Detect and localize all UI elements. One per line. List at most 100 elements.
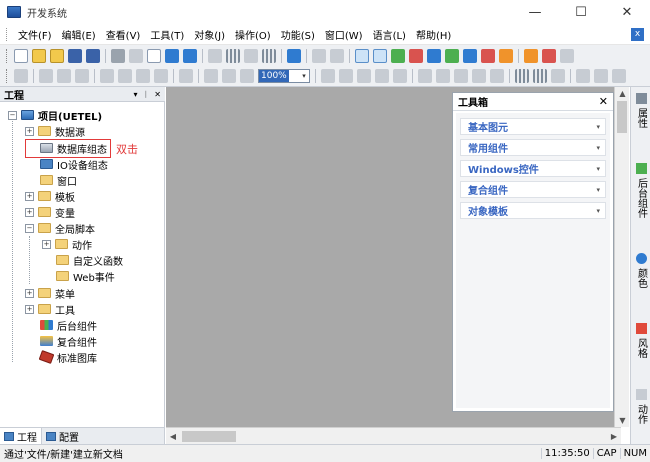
paste-icon[interactable] — [147, 48, 161, 63]
tree-node-background-component[interactable]: 后台组件 — [40, 318, 97, 333]
menu-help[interactable]: 帮助(H) — [411, 27, 456, 42]
delete-tool-icon[interactable] — [409, 48, 423, 63]
menu-edit[interactable]: 编辑(E) — [57, 27, 101, 42]
scroll-thumb[interactable] — [617, 101, 627, 133]
align-center-icon[interactable] — [339, 69, 353, 83]
screen-view-icon[interactable] — [373, 48, 387, 63]
chart-tool-icon[interactable] — [391, 48, 405, 63]
tree-node-global-script[interactable]: − 全局脚本 — [25, 221, 95, 236]
component-icon[interactable] — [524, 48, 538, 63]
dock-tab-color[interactable]: 颜色 — [633, 253, 649, 288]
move-icon[interactable] — [454, 69, 468, 83]
tree-node-standard-library[interactable]: 标准图库 — [38, 350, 97, 365]
align-right-icon[interactable] — [357, 69, 371, 83]
vertical-scrollbar[interactable]: ▲ ▼ — [614, 87, 629, 427]
menu-window[interactable]: 窗口(W) — [320, 27, 368, 42]
zoom-fit-icon[interactable] — [240, 69, 254, 83]
table-icon[interactable] — [262, 48, 276, 63]
tab-project[interactable]: 工程 — [0, 428, 42, 444]
collapse-icon[interactable]: − — [25, 223, 34, 233]
pointer-icon[interactable] — [14, 69, 28, 83]
globe-icon[interactable] — [427, 48, 441, 63]
wizard-icon[interactable] — [499, 48, 513, 63]
show-grid-icon[interactable] — [533, 69, 547, 83]
redo-icon[interactable] — [183, 48, 197, 63]
arrow-tool-icon[interactable] — [445, 48, 459, 63]
tree-node-custom-function[interactable]: 自定义函数 — [56, 253, 123, 268]
cut-icon[interactable] — [111, 48, 125, 63]
collapse-icon[interactable]: − — [8, 110, 17, 120]
toolbox-category-basic[interactable]: 基本图元 ▾ — [460, 118, 606, 135]
order-icon[interactable] — [551, 69, 565, 83]
tree-node-menu[interactable]: + 菜单 — [25, 286, 75, 301]
grid-icon[interactable] — [226, 48, 240, 63]
menu-function[interactable]: 功能(S) — [276, 27, 320, 42]
copy-icon[interactable] — [129, 48, 143, 63]
mirror-icon[interactable] — [576, 69, 590, 83]
tree-node-variable[interactable]: + 变量 — [25, 205, 75, 220]
align-top-icon[interactable] — [375, 69, 389, 83]
snap-grid-icon[interactable] — [515, 69, 529, 83]
tree-node-composite-component[interactable]: 复合组件 — [40, 334, 97, 349]
shape-icon[interactable] — [594, 69, 608, 83]
import-icon[interactable] — [208, 48, 222, 63]
menu-operation[interactable]: 操作(O) — [230, 27, 276, 42]
tree-node-datasource[interactable]: + 数据源 — [25, 124, 85, 139]
zoom-in-icon[interactable] — [204, 69, 218, 83]
undo-icon[interactable] — [165, 48, 179, 63]
save-all-icon[interactable] — [86, 48, 100, 63]
rotate-icon[interactable] — [118, 69, 132, 83]
more-icon[interactable] — [560, 48, 574, 63]
expand-icon[interactable]: + — [25, 207, 34, 217]
expand-icon[interactable]: + — [42, 239, 51, 249]
tree-node-template[interactable]: + 模板 — [25, 189, 75, 204]
toolbar-more-icon[interactable] — [612, 69, 626, 83]
bar-chart-icon[interactable] — [542, 48, 556, 63]
menu-grip[interactable] — [6, 27, 9, 41]
toolbox-category-common[interactable]: 常用组件 ▾ — [460, 139, 606, 156]
tree-node-tools[interactable]: + 工具 — [25, 302, 75, 317]
maximize-button[interactable]: ☐ — [558, 0, 604, 24]
panel-menu-icon[interactable]: ▾ — [133, 90, 137, 99]
toolbox-category-windows[interactable]: Windows控件 ▾ — [460, 160, 606, 177]
expand-icon[interactable]: + — [25, 126, 34, 136]
menu-tools[interactable]: 工具(T) — [145, 27, 189, 42]
tree-node-web-event[interactable]: Web事件 — [56, 269, 115, 284]
tab-config[interactable]: 配置 — [42, 428, 83, 444]
text-icon[interactable] — [154, 69, 168, 83]
menu-object[interactable]: 对象(J) — [189, 27, 230, 42]
toolbox-close-icon[interactable]: ✕ — [599, 95, 608, 108]
tree-node-window[interactable]: 窗口 — [40, 173, 77, 188]
layer-icon[interactable] — [136, 69, 150, 83]
same-height-icon[interactable] — [490, 69, 504, 83]
space-vertical-icon[interactable] — [436, 69, 450, 83]
space-horizontal-icon[interactable] — [418, 69, 432, 83]
lock-icon[interactable] — [179, 69, 193, 83]
tree-node-action[interactable]: + 动作 — [42, 237, 92, 252]
toolbox-category-template[interactable]: 对象模板 ▾ — [460, 202, 606, 219]
close-button[interactable]: ✕ — [604, 0, 650, 24]
group-icon[interactable] — [39, 69, 53, 83]
dock-tab-background-components[interactable]: 后台组件 — [633, 163, 649, 218]
flip-icon[interactable] — [100, 69, 114, 83]
dock-tab-style[interactable]: 风格 — [633, 323, 649, 358]
align-icon[interactable] — [244, 48, 258, 63]
panel-close-icon[interactable]: ✕ — [154, 90, 161, 99]
chevron-down-icon[interactable]: ▾ — [299, 72, 309, 80]
same-width-icon[interactable] — [472, 69, 486, 83]
open-folder-icon[interactable] — [32, 48, 46, 63]
alarm-icon[interactable] — [481, 48, 495, 63]
toolbar-grip[interactable] — [6, 48, 9, 63]
open-project-icon[interactable] — [50, 48, 64, 63]
scroll-thumb[interactable] — [182, 430, 236, 442]
scroll-right-icon[interactable]: ▶ — [607, 432, 621, 441]
tree-node-database-config[interactable]: 数据库组态 — [40, 141, 107, 156]
scroll-down-icon[interactable]: ▼ — [615, 416, 630, 425]
align-middle-icon[interactable] — [393, 69, 407, 83]
stop-icon[interactable] — [330, 48, 344, 63]
project-view-icon[interactable] — [355, 48, 369, 63]
menu-language[interactable]: 语言(L) — [368, 27, 411, 42]
dock-tab-action[interactable]: 动作 — [633, 389, 649, 424]
expand-icon[interactable]: + — [25, 304, 34, 314]
scroll-left-icon[interactable]: ◀ — [166, 432, 180, 441]
